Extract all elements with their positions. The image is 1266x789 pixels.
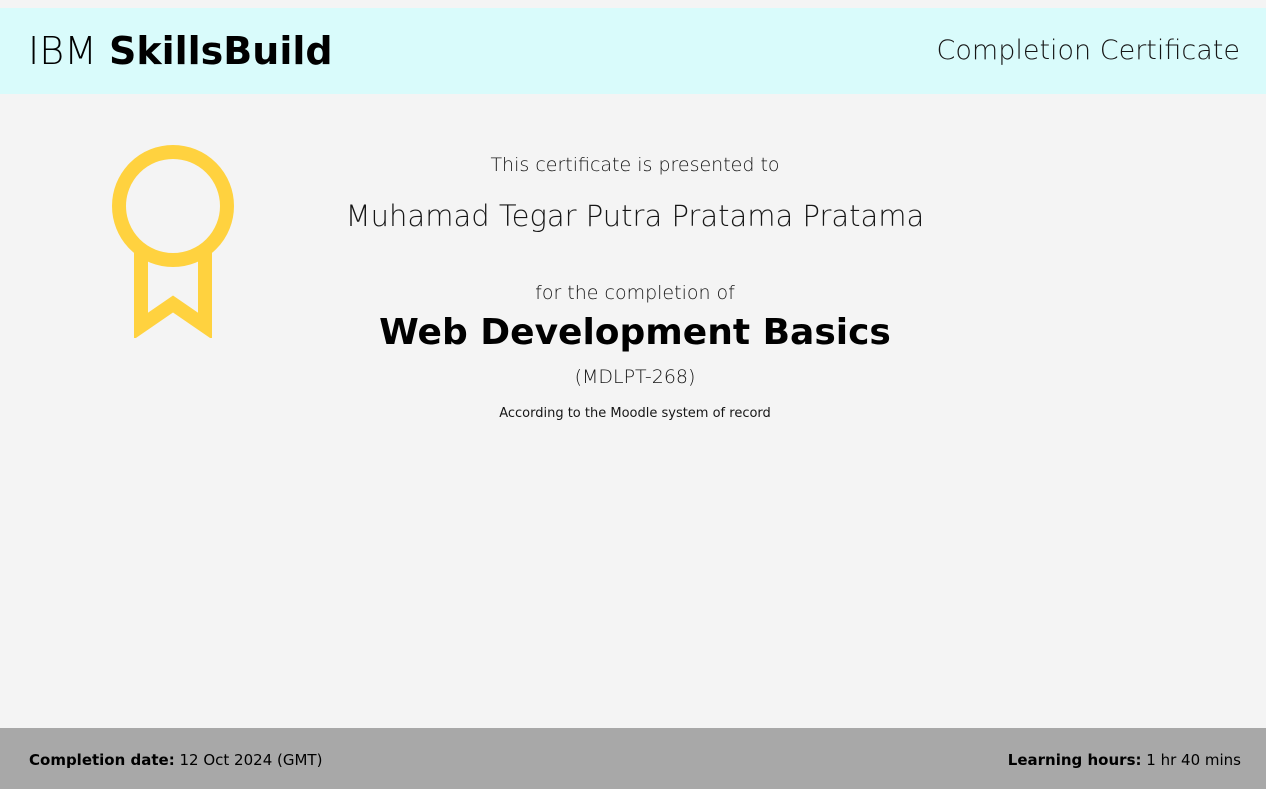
top-strip [0, 0, 1266, 8]
completion-text: for the completion of [535, 282, 735, 304]
brand-logo: IBM SkillsBuild [28, 28, 333, 74]
completion-date: Completion date: 12 Oct 2024 (GMT) [29, 750, 322, 770]
learning-hours: Learning hours: 1 hr 40 mins [1008, 750, 1241, 770]
certificate-footer: Completion date: 12 Oct 2024 (GMT) Learn… [0, 728, 1266, 789]
record-note: According to the Moodle system of record [499, 406, 771, 421]
learning-hours-label: Learning hours: [1007, 751, 1142, 769]
award-ribbon-icon [112, 145, 234, 338]
presented-to-text: This certificate is presented to [490, 154, 780, 176]
brand-prefix: IBM [28, 29, 97, 73]
learning-hours-value: 1 hr 40 mins [1146, 751, 1241, 769]
completion-date-value: 12 Oct 2024 (GMT) [179, 751, 323, 769]
brand-name: SkillsBuild [108, 29, 333, 73]
certificate-type: Completion Certificate [936, 35, 1240, 66]
course-code: (MDLPT-268) [574, 366, 696, 388]
certificate-header: IBM SkillsBuild Completion Certificate [0, 8, 1266, 94]
course-title: Web Development Basics [379, 312, 891, 353]
completion-date-label: Completion date: [29, 751, 175, 769]
recipient-name: Muhamad Tegar Putra Pratama Pratama [345, 199, 925, 233]
